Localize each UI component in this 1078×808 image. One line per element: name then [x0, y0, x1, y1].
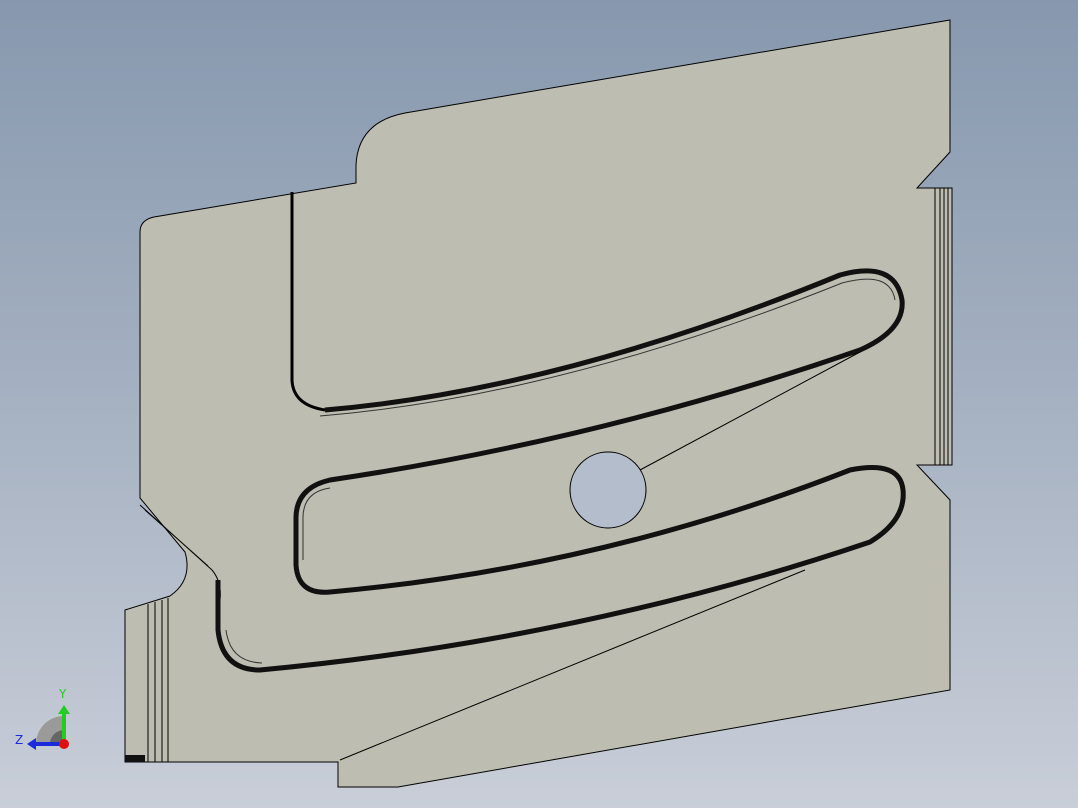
y-axis-label: Y — [58, 687, 67, 701]
z-axis-label: Z — [15, 733, 23, 747]
cad-viewport[interactable]: Y Z — [0, 0, 1078, 808]
axis-triad: Y Z — [15, 687, 70, 750]
part-outline — [124, 19, 953, 788]
center-hole — [569, 451, 647, 529]
z-axis-arrowhead-icon — [27, 738, 36, 750]
x-axis-dot-icon — [59, 739, 69, 749]
sheet-metal-part — [124, 19, 953, 788]
flange-dark-edge — [125, 755, 145, 762]
y-axis-arrowhead-icon — [58, 705, 70, 714]
